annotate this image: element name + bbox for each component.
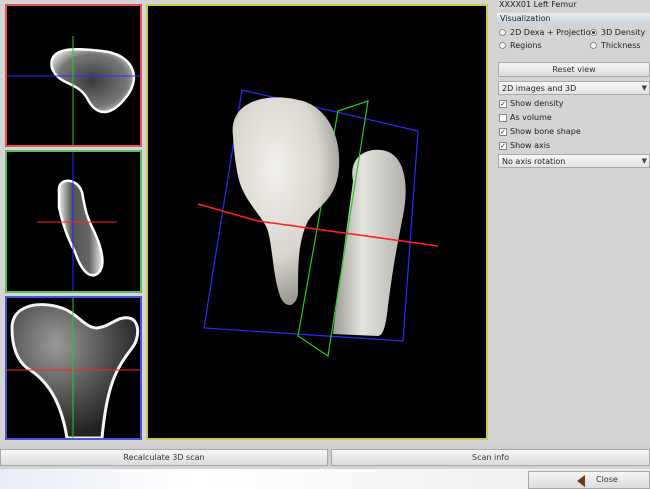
axis-rotation-dropdown[interactable]: No axis rotation ▼ xyxy=(498,154,650,168)
checkbox-show-axis[interactable]: ✓ Show axis xyxy=(499,141,550,150)
back-arrow-icon xyxy=(577,475,585,487)
checkbox-show-bone-shape[interactable]: ✓ Show bone shape xyxy=(499,127,581,136)
radio-indicator xyxy=(499,42,506,49)
chevron-down-icon: ▼ xyxy=(641,157,647,165)
coronal-view[interactable] xyxy=(5,150,142,293)
radio-indicator xyxy=(499,29,506,36)
radio-3d-density[interactable]: 3D Density xyxy=(590,28,645,37)
display-mode-dropdown[interactable]: 2D images and 3D ▼ xyxy=(498,81,650,95)
radio-regions[interactable]: Regions xyxy=(499,41,542,50)
checkbox-indicator: ✓ xyxy=(499,141,507,150)
3d-view[interactable] xyxy=(146,4,488,440)
coronal-bone-slice xyxy=(37,152,117,291)
sagittal-bone-slice xyxy=(7,298,140,438)
close-button[interactable]: Close xyxy=(528,471,650,489)
radio-2d-dexa[interactable]: 2D Dexa + Projection xyxy=(499,28,596,37)
checkbox-as-volume[interactable]: As volume xyxy=(499,113,552,122)
reset-view-button[interactable]: Reset view xyxy=(498,62,650,77)
scan-info-button[interactable]: Scan info xyxy=(331,449,650,466)
radio-thickness[interactable]: Thickness xyxy=(590,41,641,50)
patient-title: XXXX01 Left Femur xyxy=(499,0,577,9)
checkbox-indicator: ✓ xyxy=(499,99,507,108)
visualization-header: Visualization xyxy=(497,13,650,24)
radio-indicator xyxy=(590,42,597,49)
sagittal-view[interactable] xyxy=(5,296,142,440)
chevron-down-icon: ▼ xyxy=(641,84,647,92)
radio-indicator xyxy=(590,29,597,36)
axial-bone-slice xyxy=(7,36,140,145)
checkbox-show-density[interactable]: ✓ Show density xyxy=(499,99,563,108)
recalculate-3d-scan-button[interactable]: Recalculate 3D scan xyxy=(0,449,328,466)
checkbox-indicator xyxy=(499,113,507,122)
checkbox-indicator: ✓ xyxy=(499,127,507,136)
3d-femur-render xyxy=(197,89,439,358)
axial-view[interactable] xyxy=(5,4,142,147)
